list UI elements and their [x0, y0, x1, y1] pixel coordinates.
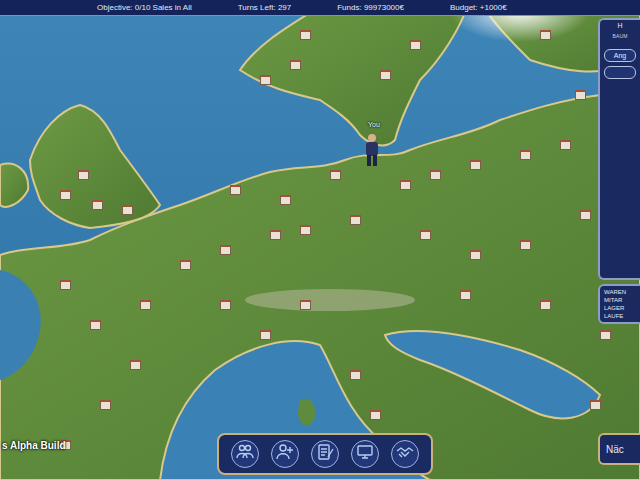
- europe-map[interactable]: [0, 0, 640, 480]
- building-marker[interactable]: [540, 30, 551, 40]
- bottom-row: s Alpha Build: [0, 433, 598, 480]
- action-toolbar: [217, 433, 433, 475]
- building-marker[interactable]: [430, 170, 441, 180]
- building-marker[interactable]: [330, 170, 341, 180]
- side-space: [598, 324, 640, 433]
- building-marker[interactable]: [370, 410, 381, 420]
- toolbar-button[interactable]: [351, 440, 379, 468]
- building-marker[interactable]: [380, 70, 391, 80]
- add-person-icon: [276, 443, 294, 465]
- player-figure-icon[interactable]: [362, 133, 382, 171]
- building-marker[interactable]: [260, 75, 271, 85]
- game-ui: Objective: 0/10 Sales in All Turns Left: …: [0, 0, 640, 480]
- toolbar-button[interactable]: [391, 440, 419, 468]
- toolbar-button[interactable]: [271, 440, 299, 468]
- panel-button[interactable]: Ang: [604, 49, 636, 62]
- building-marker[interactable]: [90, 320, 101, 330]
- building-marker[interactable]: [580, 210, 591, 220]
- top-bar: Objective: 0/10 Sales in All Turns Left: …: [0, 0, 640, 16]
- building-marker[interactable]: [520, 240, 531, 250]
- building-marker[interactable]: [600, 330, 611, 340]
- info-line: LAUFE: [604, 313, 623, 319]
- map-space: [0, 16, 598, 433]
- building-marker[interactable]: [460, 290, 471, 300]
- side-panel: H BAUM Ang: [598, 18, 640, 280]
- building-marker[interactable]: [140, 300, 151, 310]
- info-line: LAGER: [604, 305, 624, 311]
- building-marker[interactable]: [220, 300, 231, 310]
- building-marker[interactable]: [230, 185, 241, 195]
- objective-text: Objective: 0/10 Sales in All: [97, 3, 192, 12]
- building-marker[interactable]: [590, 400, 601, 410]
- turns-left-text: Turns Left: 297: [238, 3, 292, 12]
- building-marker[interactable]: [60, 190, 71, 200]
- building-marker[interactable]: [280, 195, 291, 205]
- building-marker[interactable]: [300, 225, 311, 235]
- document-icon: [316, 443, 334, 465]
- building-marker[interactable]: [400, 180, 411, 190]
- map-area: s Alpha Build: [0, 16, 598, 480]
- budget-text: Budget: +1000€: [450, 3, 507, 12]
- side-column: H BAUM Ang WAREN MITAR LAGER LAUFE Näc: [598, 16, 640, 480]
- building-marker[interactable]: [470, 160, 481, 170]
- building-marker[interactable]: [520, 150, 531, 160]
- panel-button[interactable]: [604, 66, 636, 79]
- building-marker[interactable]: [130, 360, 141, 370]
- toolbar-button[interactable]: [311, 440, 339, 468]
- build-label: s Alpha Build: [0, 440, 217, 475]
- handshake-icon: [396, 443, 414, 465]
- funds-text: Funds: 99973000€: [337, 3, 404, 12]
- building-marker[interactable]: [300, 300, 311, 310]
- toolbar-button[interactable]: [231, 440, 259, 468]
- building-marker[interactable]: [270, 230, 281, 240]
- building-marker[interactable]: [420, 230, 431, 240]
- building-marker[interactable]: [470, 250, 481, 260]
- next-button[interactable]: Näc: [598, 433, 640, 465]
- building-marker[interactable]: [260, 330, 271, 340]
- building-marker[interactable]: [290, 60, 301, 70]
- building-marker[interactable]: [180, 260, 191, 270]
- building-marker[interactable]: [100, 400, 111, 410]
- building-marker[interactable]: [92, 200, 103, 210]
- building-marker[interactable]: [350, 215, 361, 225]
- info-line: MITAR: [604, 297, 622, 303]
- people-icon: [236, 443, 254, 465]
- monitor-icon: [356, 443, 374, 465]
- building-marker[interactable]: [300, 30, 311, 40]
- building-marker[interactable]: [78, 170, 89, 180]
- info-panel: WAREN MITAR LAGER LAUFE: [598, 284, 640, 324]
- building-marker[interactable]: [540, 300, 551, 310]
- building-marker[interactable]: [410, 40, 421, 50]
- building-marker[interactable]: [60, 280, 71, 290]
- building-marker[interactable]: [575, 90, 586, 100]
- building-marker[interactable]: [560, 140, 571, 150]
- panel-title: H: [617, 22, 622, 29]
- building-marker[interactable]: [122, 205, 133, 215]
- main-area: s Alpha Build H BAUM Ang WAREN MITAR LAGER LAUF…: [0, 16, 640, 480]
- building-marker[interactable]: [350, 370, 361, 380]
- panel-subtitle: BAUM: [612, 33, 627, 39]
- player-label[interactable]: You: [368, 121, 380, 128]
- building-marker[interactable]: [220, 245, 231, 255]
- info-line: WAREN: [604, 289, 626, 295]
